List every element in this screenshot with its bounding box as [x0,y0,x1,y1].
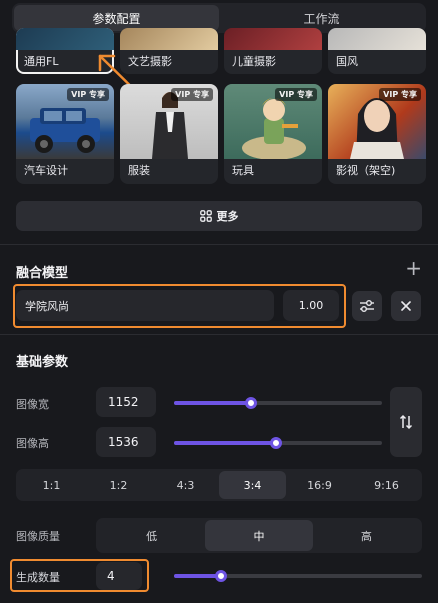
fusion-model-name: 学院风尚 [25,299,69,313]
count-label: 生成数量 [16,571,60,584]
fusion-weight-value: 1.00 [298,299,324,312]
style-label: 汽车设计 [24,164,68,177]
vip-badge: VIP 专享 [67,88,109,101]
style-card-child-photo[interactable]: 儿童摄影 [224,28,322,74]
quality-option-medium[interactable]: 中 [205,520,313,551]
fusion-settings-button[interactable] [352,291,382,321]
more-label: 更多 [216,210,239,223]
ratio-option[interactable]: 1:2 [85,471,152,499]
style-label: 儿童摄影 [232,55,276,68]
height-slider[interactable] [174,437,382,449]
vip-badge: VIP 专享 [171,88,213,101]
style-thumbnail [120,28,218,50]
count-input[interactable]: 4 [96,562,142,590]
quality-option-high[interactable]: 高 [313,520,420,551]
width-value: 1152 [108,395,139,409]
style-thumbnail [328,28,426,50]
fusion-weight-input[interactable]: 1.00 [283,290,339,321]
plus-icon[interactable]: + [405,258,422,278]
ratio-option[interactable]: 4:3 [152,471,219,499]
aspect-ratio-selector: 1:1 1:2 4:3 3:4 16:9 9:16 [16,469,422,501]
swap-dimensions-button[interactable] [390,387,422,457]
vip-badge: VIP 专享 [275,88,317,101]
quality-option-low[interactable]: 低 [98,520,205,551]
slider-knob[interactable] [244,397,257,409]
swap-arrows-icon [399,414,413,430]
ratio-option[interactable]: 9:16 [353,471,420,499]
count-value: 4 [107,569,115,583]
vip-badge: VIP 专享 [379,88,421,101]
fusion-remove-button[interactable] [391,291,421,321]
height-value: 1536 [108,435,139,449]
divider [0,244,438,245]
style-card-car-design[interactable]: VIP 专享 汽车设计 [16,84,114,184]
style-label: 服装 [128,164,150,177]
ratio-option-selected[interactable]: 3:4 [219,471,286,499]
height-input[interactable]: 1536 [96,427,156,457]
close-icon [401,301,411,311]
style-card-film-fantasy[interactable]: VIP 专享 影视（架空) [328,84,426,184]
slider-fill [174,574,222,578]
slider-fill [174,401,251,405]
basic-section-title: 基础参数 [16,355,69,370]
width-label: 图像宽 [16,398,49,411]
sliders-icon [360,300,374,312]
height-label: 图像高 [16,437,49,450]
fusion-section-title: 融合模型 [16,266,69,281]
style-label: 玩具 [232,164,254,177]
fusion-model-select[interactable]: 学院风尚 [16,290,274,321]
quality-selector: 低 中 高 [96,518,422,553]
ratio-option[interactable]: 16:9 [286,471,353,499]
style-card-clothing[interactable]: VIP 专享 服装 [120,84,218,184]
quality-label: 图像质量 [16,530,60,543]
ratio-option[interactable]: 1:1 [18,471,85,499]
slider-knob[interactable] [269,437,282,449]
style-card-toy[interactable]: VIP 专享 玩具 [224,84,322,184]
style-thumbnail [16,28,114,50]
divider [0,334,438,335]
style-label: 国风 [336,55,358,68]
style-label: 影视（架空) [336,164,396,177]
slider-fill [174,441,276,445]
slider-knob[interactable] [215,570,228,582]
width-input[interactable]: 1152 [96,387,156,417]
count-slider[interactable] [174,570,422,582]
style-thumbnail [224,28,322,50]
style-card-guofeng[interactable]: 国风 [328,28,426,74]
width-slider[interactable] [174,397,382,409]
grid-icon [199,210,212,222]
more-styles-button[interactable]: 更多 [16,201,422,231]
style-label: 通用FL [24,55,59,68]
